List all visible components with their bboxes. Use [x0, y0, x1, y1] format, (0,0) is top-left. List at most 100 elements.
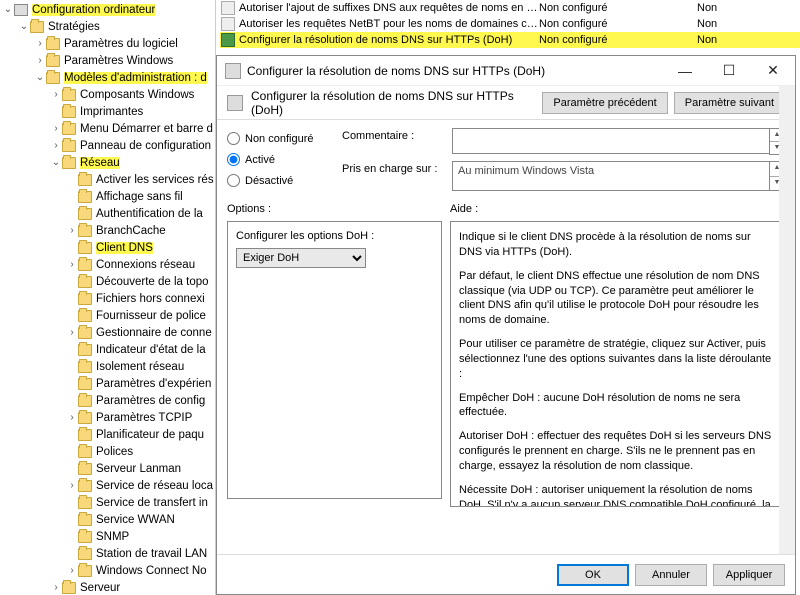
- folder-icon: [78, 531, 92, 543]
- collapse-icon[interactable]: ⌄: [2, 4, 14, 15]
- tree-item[interactable]: ·Station de travail LAN: [0, 545, 215, 562]
- close-button[interactable]: ✕: [751, 57, 795, 85]
- tree-item[interactable]: ·Paramètres de config: [0, 392, 215, 409]
- tree-item[interactable]: › Paramètres TCPIP: [0, 409, 215, 426]
- folder-icon: [78, 310, 92, 322]
- tree-item[interactable]: ·Service de transfert in: [0, 494, 215, 511]
- tree-item[interactable]: ·Client DNS: [0, 239, 215, 256]
- tree-item[interactable]: ·Activer les services rés: [0, 171, 215, 188]
- tree-label: Menu Démarrer et barre d: [80, 123, 213, 135]
- policy-settings-dialog: Configurer la résolution de noms DNS sur…: [216, 55, 796, 595]
- expand-icon[interactable]: ›: [50, 140, 62, 151]
- folder-icon: [78, 463, 92, 475]
- tree-item[interactable]: ·Authentification de la: [0, 205, 215, 222]
- help-paragraph: Indique si le client DNS procède à la ré…: [459, 230, 776, 260]
- folder-icon: [78, 208, 92, 220]
- folder-icon: [78, 497, 92, 509]
- tree-item[interactable]: ·Service WWAN: [0, 511, 215, 528]
- radio-disabled[interactable]: Désactivé: [227, 170, 342, 191]
- tree-label: Paramètres TCPIP: [96, 412, 192, 424]
- policy-row[interactable]: Autoriser les requêtes NetBT pour les no…: [220, 16, 800, 32]
- expand-icon[interactable]: ›: [66, 225, 78, 236]
- tree-item[interactable]: ·Planificateur de paqu: [0, 426, 215, 443]
- next-setting-button[interactable]: Paramètre suivant: [674, 92, 785, 114]
- supported-value: Au minimum Windows Vista: [452, 161, 769, 191]
- tree-item[interactable]: ›BranchCache: [0, 222, 215, 239]
- tree-item[interactable]: ›Connexions réseau: [0, 256, 215, 273]
- folder-icon: [78, 327, 92, 339]
- cancel-button[interactable]: Annuler: [635, 564, 707, 586]
- state-radio-group: Non configuré Activé Désactivé: [227, 128, 342, 197]
- supported-label: Pris en charge sur :: [342, 161, 452, 191]
- tree-item[interactable]: ·Serveur Lanman: [0, 460, 215, 477]
- help-paragraph: Nécessite DoH : autoriser uniquement la …: [459, 483, 776, 507]
- folder-icon: [78, 446, 92, 458]
- tree-item[interactable]: ·Découverte de la topo: [0, 273, 215, 290]
- expand-icon[interactable]: ›: [50, 582, 62, 593]
- expand-icon[interactable]: ›: [34, 55, 46, 66]
- expand-icon[interactable]: ›: [50, 123, 62, 134]
- policy-row[interactable]: Autoriser l'ajout de suffixes DNS aux re…: [220, 0, 800, 16]
- policy-name: Autoriser l'ajout de suffixes DNS aux re…: [239, 2, 539, 14]
- policy-row[interactable]: Configurer la résolution de noms DNS sur…: [220, 32, 800, 48]
- tree-item[interactable]: ·Affichage sans fil: [0, 188, 215, 205]
- expand-icon[interactable]: ›: [66, 480, 78, 491]
- tree-item[interactable]: ·Indicateur d'état de la: [0, 341, 215, 358]
- folder-icon: [78, 480, 92, 492]
- expand-icon[interactable]: ›: [66, 259, 78, 270]
- collapse-icon[interactable]: ⌄: [18, 21, 30, 32]
- help-paragraph: Pour utiliser ce paramètre de stratégie,…: [459, 337, 776, 382]
- previous-setting-button[interactable]: Paramètre précédent: [542, 92, 667, 114]
- tree-item[interactable]: ⌄ Stratégies: [0, 18, 215, 35]
- expand-icon[interactable]: ›: [50, 89, 62, 100]
- folder-icon: [78, 174, 92, 186]
- doh-option-label: Configurer les options DoH :: [236, 230, 433, 242]
- policy-name: Configurer la résolution de noms DNS sur…: [239, 34, 539, 46]
- tree-item[interactable]: ·Imprimantes: [0, 103, 215, 120]
- comment-textbox[interactable]: [452, 128, 769, 154]
- expand-icon[interactable]: ›: [34, 38, 46, 49]
- tree-item[interactable]: ›Composants Windows: [0, 86, 215, 103]
- tree-item[interactable]: ·SNMP: [0, 528, 215, 545]
- minimize-button[interactable]: —: [663, 57, 707, 85]
- tree-item[interactable]: ›Service de réseau loca: [0, 477, 215, 494]
- tree-item[interactable]: ›Serveur: [0, 579, 215, 595]
- tree-item[interactable]: › Menu Démarrer et barre d: [0, 120, 215, 137]
- tree-label: Windows Connect No: [96, 565, 207, 577]
- tree-item[interactable]: ›Gestionnaire de conne: [0, 324, 215, 341]
- tree-item[interactable]: ›Panneau de configuration: [0, 137, 215, 154]
- tree-item[interactable]: ⌄Réseau: [0, 154, 215, 171]
- options-label: Options :: [227, 203, 442, 221]
- radio-not-configured[interactable]: Non configuré: [227, 128, 342, 149]
- folder-icon: [78, 191, 92, 203]
- ok-button[interactable]: OK: [557, 564, 629, 586]
- collapse-icon[interactable]: ⌄: [50, 157, 62, 168]
- folder-icon: [78, 548, 92, 560]
- dialog-scrollbar[interactable]: [779, 86, 795, 554]
- tree-item[interactable]: ⌄Modèles d'administration : d: [0, 69, 215, 86]
- expand-icon[interactable]: ›: [66, 327, 78, 338]
- radio-enabled[interactable]: Activé: [227, 149, 342, 170]
- tree-item[interactable]: › Windows Connect No: [0, 562, 215, 579]
- tree-item[interactable]: ·Polices: [0, 443, 215, 460]
- policy-tree[interactable]: ⌄Configuration ordinateur⌄Stratégies›Par…: [0, 0, 216, 595]
- maximize-button[interactable]: ☐: [707, 57, 751, 85]
- tree-item[interactable]: ⌄Configuration ordinateur: [0, 1, 215, 18]
- expand-icon[interactable]: ›: [66, 565, 78, 576]
- tree-item[interactable]: ·Fournisseur de police: [0, 307, 215, 324]
- doh-option-select[interactable]: Exiger DoH: [236, 248, 366, 268]
- expand-icon[interactable]: ›: [66, 412, 78, 423]
- policy-icon: [221, 33, 235, 47]
- tree-item[interactable]: ·Isolement réseau: [0, 358, 215, 375]
- tree-label: Stratégies: [48, 21, 100, 33]
- tree-label: Activer les services rés: [96, 174, 214, 186]
- policy-icon: [221, 17, 235, 31]
- tree-label: Station de travail LAN: [96, 548, 207, 560]
- dialog-titlebar: Configurer la résolution de noms DNS sur…: [217, 56, 795, 86]
- tree-item[interactable]: ·Paramètres d'expérien: [0, 375, 215, 392]
- collapse-icon[interactable]: ⌄: [34, 72, 46, 83]
- apply-button[interactable]: Appliquer: [713, 564, 785, 586]
- tree-item[interactable]: ·Fichiers hors connexi: [0, 290, 215, 307]
- tree-item[interactable]: ›Paramètres du logiciel: [0, 35, 215, 52]
- tree-item[interactable]: ›Paramètres Windows: [0, 52, 215, 69]
